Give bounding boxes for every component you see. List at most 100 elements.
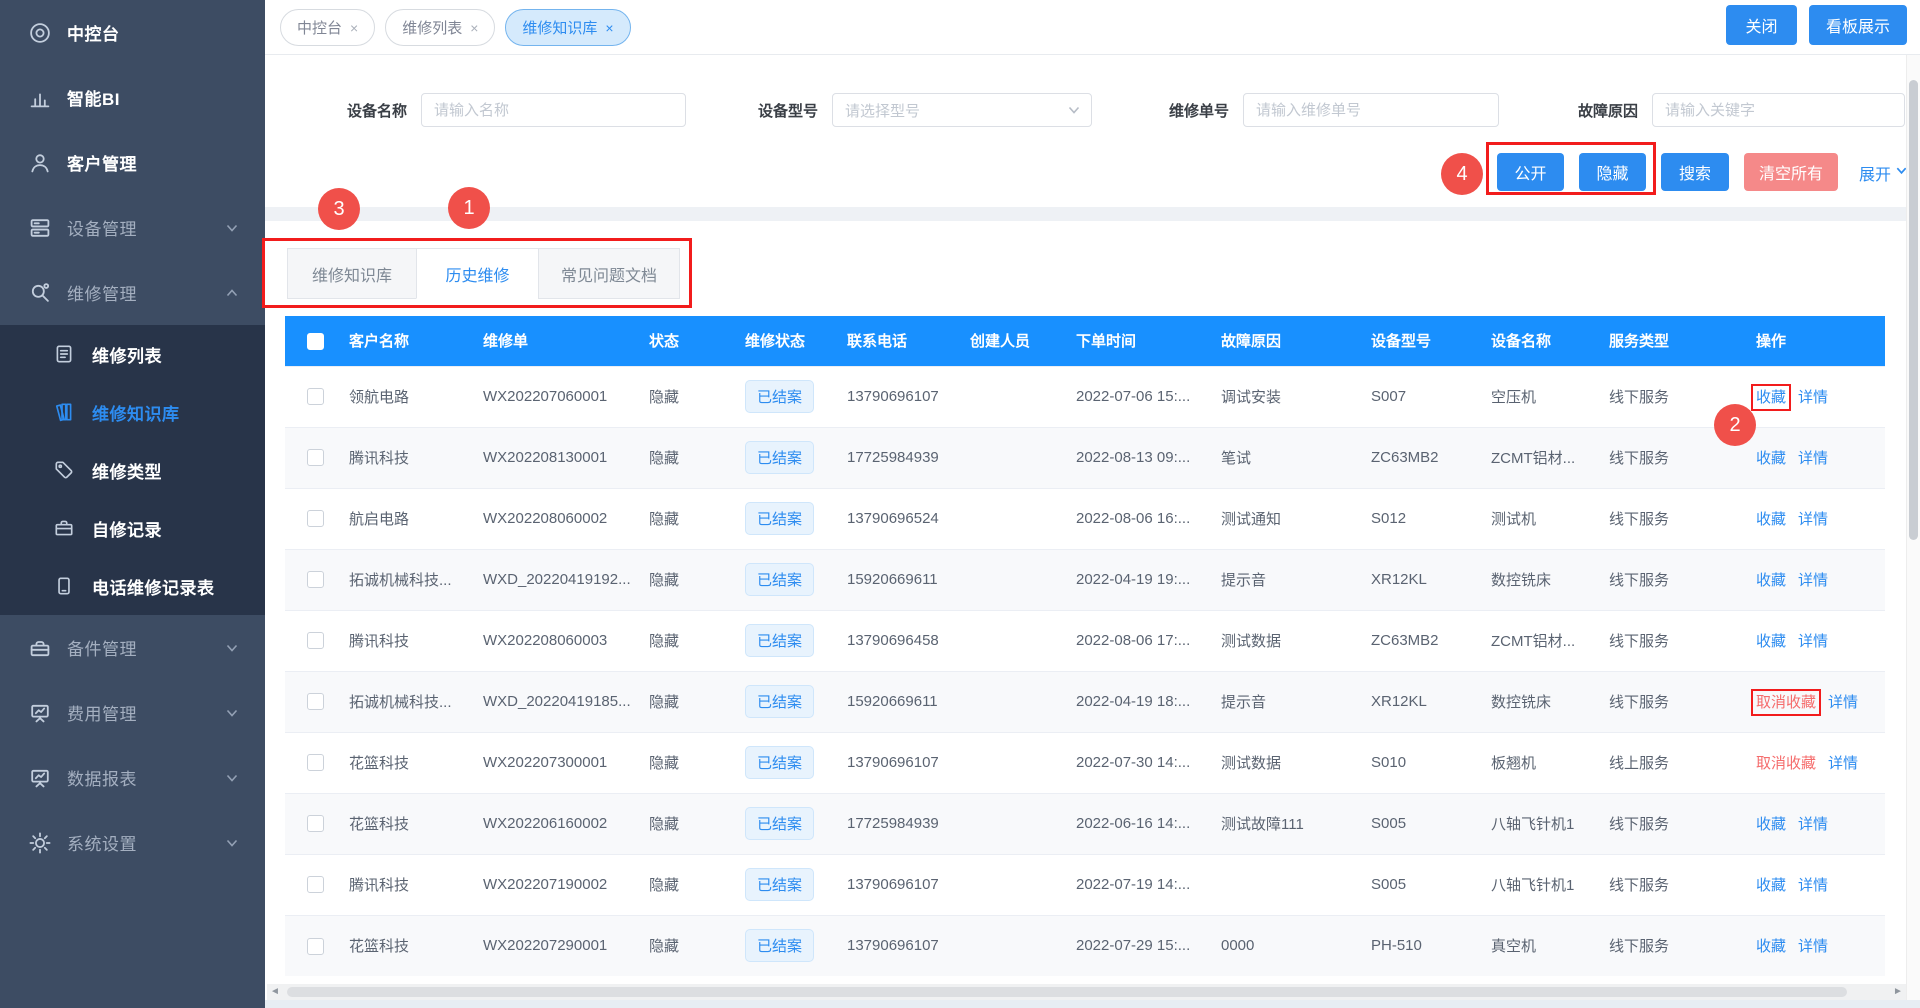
scroll-right-arrow-icon[interactable]: ► — [1890, 984, 1906, 1000]
presentation-icon — [28, 766, 52, 790]
open-tab-维修列表[interactable]: 维修列表× — [385, 9, 495, 46]
sidebar-item-备件管理[interactable]: 备件管理 — [0, 615, 265, 680]
sidebar-item-费用管理[interactable]: 费用管理 — [0, 680, 265, 745]
cell-order: WX202207300001 — [483, 732, 649, 793]
row-checkbox[interactable] — [307, 693, 324, 710]
table-row: 拓诚机械科技...WXD_20220419185...隐藏已结案15920669… — [285, 671, 1885, 732]
favorite-link[interactable]: 收藏 — [1756, 938, 1786, 955]
unfavorite-link[interactable]: 取消收藏 — [1756, 755, 1816, 772]
tab-常见问题文档[interactable]: 常见问题文档 — [538, 248, 680, 299]
sidebar-item-客户管理[interactable]: 客户管理 — [0, 130, 265, 195]
favorite-link[interactable]: 收藏 — [1756, 816, 1786, 833]
detail-link[interactable]: 详情 — [1798, 450, 1828, 467]
scroll-left-arrow-icon[interactable]: ◄ — [267, 984, 283, 1000]
sidebar-item-维修管理[interactable]: 维修管理 — [0, 260, 265, 325]
cell-creator — [970, 732, 1076, 793]
row-checkbox[interactable] — [307, 876, 324, 893]
detail-link[interactable]: 详情 — [1798, 816, 1828, 833]
favorite-link[interactable]: 收藏 — [1756, 877, 1786, 894]
cell-service: 线下服务 — [1609, 549, 1756, 610]
tag-icon — [53, 459, 75, 481]
favorite-link[interactable]: 收藏 — [1756, 450, 1786, 467]
cell-fault: 提示音 — [1221, 671, 1371, 732]
vertical-scrollbar[interactable] — [1906, 55, 1920, 1000]
cell-creator — [970, 488, 1076, 549]
hide-button[interactable]: 隐藏 — [1579, 153, 1646, 191]
open-tab-中控台[interactable]: 中控台× — [280, 9, 375, 46]
filter-input-维修单号[interactable] — [1244, 94, 1498, 126]
model-select[interactable]: 请选择型号 — [832, 93, 1092, 127]
detail-link[interactable]: 详情 — [1798, 877, 1828, 894]
horizontal-scrollbar-thumb[interactable] — [287, 987, 1847, 997]
cell-order: WXD_20220419185... — [483, 671, 649, 732]
sidebar-item-系统设置[interactable]: 系统设置 — [0, 810, 265, 875]
open-tab-维修知识库[interactable]: 维修知识库× — [505, 9, 630, 46]
detail-link[interactable]: 详情 — [1798, 633, 1828, 650]
sidebar-item-设备管理[interactable]: 设备管理 — [0, 195, 265, 260]
horizontal-scrollbar[interactable]: ◄ ► — [267, 984, 1906, 1000]
sidebar-item-维修知识库[interactable]: 维修知识库 — [0, 383, 265, 441]
sidebar-item-自修记录[interactable]: 自修记录 — [0, 499, 265, 557]
board-display-button[interactable]: 看板展示 — [1809, 5, 1907, 45]
sidebar-item-数据报表[interactable]: 数据报表 — [0, 745, 265, 810]
sidebar-item-智能BI[interactable]: 智能BI — [0, 65, 265, 130]
tab-历史维修[interactable]: 历史维修 — [416, 248, 539, 299]
close-button[interactable]: 关闭 — [1726, 5, 1797, 45]
cell-service: 线下服务 — [1609, 854, 1756, 915]
column-header-创建人员: 创建人员 — [970, 316, 1076, 366]
row-checkbox[interactable] — [307, 510, 324, 527]
close-tab-icon[interactable]: × — [470, 21, 478, 35]
select-all-checkbox[interactable] — [307, 333, 324, 350]
table-panel: 维修知识库历史维修常见问题文档 客户名称维修单状态维修状态联系电话创建人员下单时… — [265, 221, 1906, 984]
detail-link[interactable]: 详情 — [1798, 938, 1828, 955]
row-checkbox[interactable] — [307, 388, 324, 405]
cell-model: S012 — [1371, 488, 1491, 549]
detail-link[interactable]: 详情 — [1798, 389, 1828, 406]
public-button[interactable]: 公开 — [1497, 153, 1564, 191]
favorite-link[interactable]: 收藏 — [1756, 633, 1786, 650]
row-checkbox[interactable] — [307, 938, 324, 955]
detail-link[interactable]: 详情 — [1798, 572, 1828, 589]
cell-device: 八轴飞针机1 — [1491, 793, 1609, 854]
annotation-marker-2: 2 — [1714, 404, 1756, 446]
cell-service: 线下服务 — [1609, 610, 1756, 671]
sidebar-item-电话维修记录表[interactable]: 电话维修记录表 — [0, 557, 265, 615]
close-tab-icon[interactable]: × — [350, 21, 358, 35]
row-checkbox[interactable] — [307, 571, 324, 588]
cell-fault: 提示音 — [1221, 549, 1371, 610]
cell-order: WX202208060002 — [483, 488, 649, 549]
close-tab-icon[interactable]: × — [605, 21, 613, 35]
favorite-link[interactable]: 收藏 — [1756, 572, 1786, 589]
sidebar-item-中控台[interactable]: 中控台 — [0, 0, 265, 65]
filter-input-设备名称[interactable] — [422, 94, 685, 126]
sidebar-item-label: 维修列表 — [92, 342, 162, 367]
cell-order: WX202207290001 — [483, 915, 649, 976]
filter-label: 维修单号 — [1139, 100, 1229, 121]
favorite-link[interactable]: 收藏 — [1756, 511, 1786, 528]
sidebar-item-维修类型[interactable]: 维修类型 — [0, 441, 265, 499]
filter-input-故障原因[interactable] — [1653, 94, 1904, 126]
cell-actions: 收藏详情 — [1756, 549, 1885, 610]
row-checkbox[interactable] — [307, 632, 324, 649]
row-checkbox[interactable] — [307, 815, 324, 832]
detail-link[interactable]: 详情 — [1828, 694, 1858, 711]
cell-device: 数控铣床 — [1491, 671, 1609, 732]
search-button[interactable]: 搜索 — [1661, 153, 1729, 191]
detail-link[interactable]: 详情 — [1798, 511, 1828, 528]
sidebar-item-维修列表[interactable]: 维修列表 — [0, 325, 265, 383]
expand-toggle[interactable]: 展开 — [1853, 160, 1914, 186]
clear-all-button[interactable]: 清空所有 — [1744, 153, 1838, 191]
cell-status: 隐藏 — [649, 793, 745, 854]
cell-phone: 13790696107 — [847, 366, 970, 427]
chevron-up-icon — [225, 286, 239, 300]
row-checkbox[interactable] — [307, 449, 324, 466]
row-checkbox[interactable] — [307, 754, 324, 771]
detail-link[interactable]: 详情 — [1828, 755, 1858, 772]
tab-维修知识库[interactable]: 维修知识库 — [287, 248, 417, 299]
vertical-scrollbar-thumb[interactable] — [1909, 80, 1918, 540]
favorite-link[interactable]: 收藏 — [1756, 389, 1786, 406]
filter-input-wrapper — [1243, 93, 1499, 127]
unfavorite-link[interactable]: 取消收藏 — [1756, 694, 1816, 711]
cell-phone: 13790696458 — [847, 610, 970, 671]
cell-actions: 收藏详情 — [1756, 427, 1885, 488]
